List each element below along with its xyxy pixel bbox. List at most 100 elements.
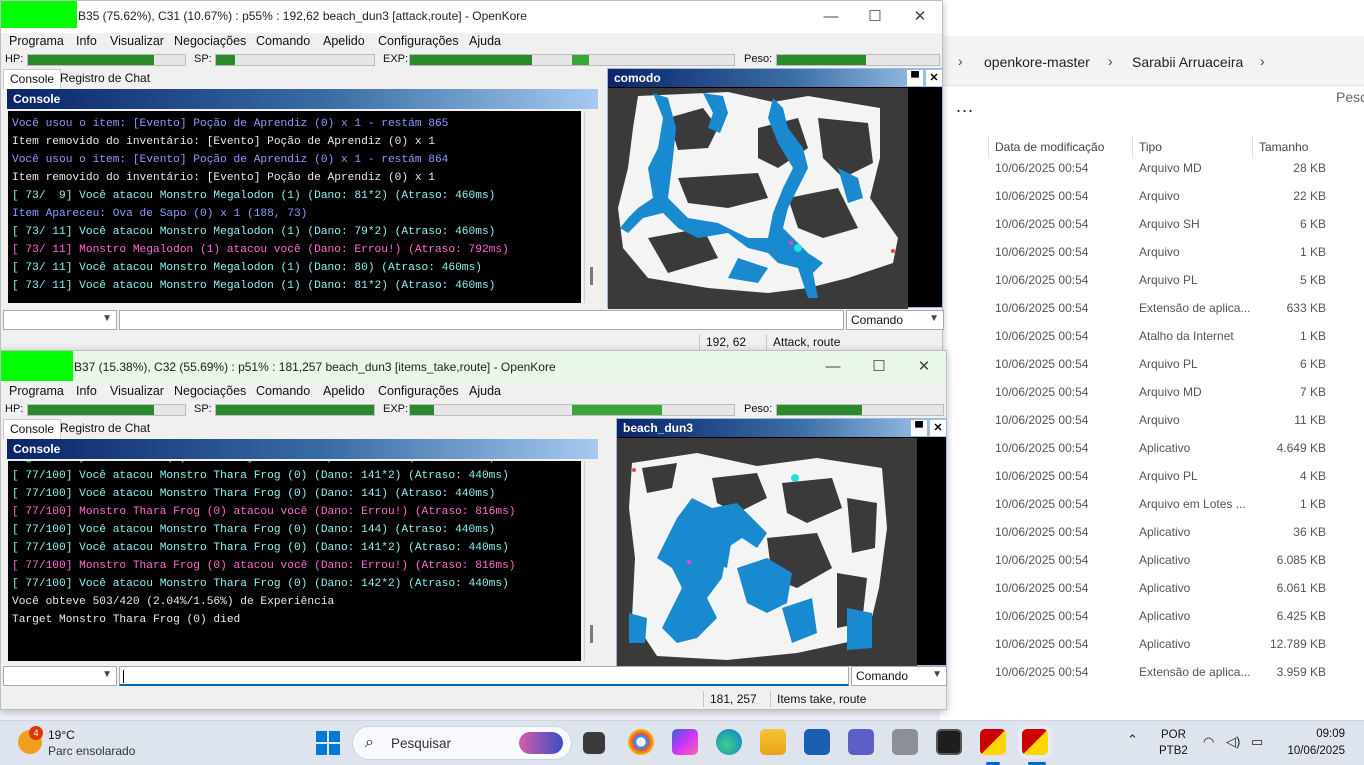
photos-icon[interactable]	[892, 729, 918, 755]
console-line: Você obteve 503/420 (2.04%/1.56%) de Exp…	[12, 596, 335, 608]
menu-configuracoes[interactable]: Configurações	[378, 34, 459, 48]
command-input[interactable]	[119, 310, 844, 330]
file-type: Aplicativo	[1139, 553, 1191, 567]
keyboard-layout-indicator[interactable]: PTB2	[1159, 745, 1188, 757]
status-divider	[766, 334, 767, 350]
column-header-date[interactable]: Data de modificação	[995, 140, 1104, 154]
copilot-icon[interactable]	[672, 729, 698, 755]
chevron-right-icon: ›	[1108, 53, 1113, 69]
console-output[interactable]: Jogador Saycama-hunter (0) está conjuran…	[8, 461, 581, 661]
menu-visualizar[interactable]: Visualizar	[110, 384, 164, 398]
scroll-thumb[interactable]	[590, 625, 593, 643]
file-row[interactable]: 10/06/2025 00:54 Aplicativo 36 KB	[940, 519, 1364, 547]
file-row[interactable]: 10/06/2025 00:54 Aplicativo 4.649 KB	[940, 435, 1364, 463]
file-row[interactable]: 10/06/2025 00:54 Arquivo SH 6 KB	[940, 211, 1364, 239]
menu-info[interactable]: Info	[76, 34, 97, 48]
task-view-icon[interactable]	[583, 732, 605, 754]
openkore-icon[interactable]	[980, 729, 1006, 755]
file-date: 10/06/2025 00:54	[995, 329, 1089, 343]
minimize-button[interactable]: —	[809, 5, 853, 29]
console-scrollbar[interactable]	[584, 111, 598, 303]
file-row[interactable]: 10/06/2025 00:54 Arquivo PL 4 KB	[940, 463, 1364, 491]
maximize-button[interactable]: ☐	[853, 5, 897, 29]
target-dropdown[interactable]: ▼	[3, 310, 117, 330]
battery-icon[interactable]: ▭	[1251, 734, 1263, 750]
menu-programa[interactable]: Programa	[9, 34, 64, 48]
file-row[interactable]: 10/06/2025 00:54 Arquivo MD 7 KB	[940, 379, 1364, 407]
clock-time[interactable]: 09:09	[1316, 728, 1345, 740]
taskbar-search[interactable]: ⌕ Pesquisar	[352, 726, 572, 760]
file-row[interactable]: 10/06/2025 00:54 Atalho da Internet 1 KB	[940, 323, 1364, 351]
file-row[interactable]: 10/06/2025 00:54 Aplicativo 6.061 KB	[940, 575, 1364, 603]
menu-negociacoes[interactable]: Negociações	[174, 34, 246, 48]
file-row[interactable]: 10/06/2025 00:54 Arquivo PL 5 KB	[940, 267, 1364, 295]
volume-icon[interactable]: ◁)	[1226, 734, 1240, 750]
menu-visualizar[interactable]: Visualizar	[110, 34, 164, 48]
file-row[interactable]: 10/06/2025 00:54 Arquivo PL 6 KB	[940, 351, 1364, 379]
minimize-button[interactable]: —	[811, 355, 855, 379]
console-output[interactable]: Você usou o item: [Evento] Poção de Apre…	[8, 111, 581, 303]
menu-ajuda[interactable]: Ajuda	[469, 384, 501, 398]
chevron-up-icon[interactable]: ⌃	[1127, 732, 1138, 748]
windows-start-icon[interactable]	[316, 731, 340, 755]
file-row[interactable]: 10/06/2025 00:54 Arquivo em Lotes ... 1 KB	[940, 491, 1364, 519]
search-input[interactable]: Pesq	[1330, 84, 1364, 112]
teams-icon[interactable]	[848, 729, 874, 755]
command-input[interactable]	[119, 666, 849, 686]
map-view[interactable]	[617, 438, 917, 666]
map-float-button[interactable]: ▀	[907, 70, 923, 86]
wifi-icon[interactable]: ◠	[1203, 734, 1214, 750]
tab-chat-log[interactable]: Registro de Chat	[54, 69, 156, 89]
file-row[interactable]: 10/06/2025 00:54 Aplicativo 6.425 KB	[940, 603, 1364, 631]
column-header-size[interactable]: Tamanho	[1259, 140, 1308, 154]
title-bar[interactable]: B37 (15.38%), C32 (55.69%) : p51% : 181,…	[1, 351, 946, 383]
scroll-thumb[interactable]	[590, 267, 593, 285]
title-bar[interactable]: B35 (75.62%), C31 (10.67%) : p55% : 192,…	[1, 1, 942, 33]
menu-comando[interactable]: Comando	[256, 384, 310, 398]
menu-negociacoes[interactable]: Negociações	[174, 384, 246, 398]
menu-comando[interactable]: Comando	[256, 34, 310, 48]
file-row[interactable]: 10/06/2025 00:54 Arquivo 22 KB	[940, 183, 1364, 211]
map-close-button[interactable]: ✕	[930, 420, 946, 436]
tab-console[interactable]: Console	[3, 419, 62, 439]
menu-configuracoes[interactable]: Configurações	[378, 384, 459, 398]
mail-icon[interactable]	[804, 729, 830, 755]
map-view[interactable]	[608, 88, 908, 309]
chrome-icon[interactable]	[628, 729, 654, 755]
command-mode-dropdown[interactable]: Comando ▼	[846, 310, 944, 330]
menu-apelido[interactable]: Apelido	[323, 384, 365, 398]
column-header-type[interactable]: Tipo	[1139, 140, 1162, 154]
file-row[interactable]: 10/06/2025 00:54 Arquivo 1 KB	[940, 239, 1364, 267]
file-explorer-icon[interactable]	[760, 729, 786, 755]
address-bar[interactable]: › openkore-master › Sarabii Arruaceira ›…	[940, 36, 1364, 105]
language-indicator[interactable]: POR	[1161, 729, 1186, 741]
file-size: 3.959 KB	[1276, 665, 1326, 679]
menu-programa[interactable]: Programa	[9, 384, 64, 398]
close-button[interactable]: ✕	[902, 355, 946, 379]
file-row[interactable]: 10/06/2025 00:54 Aplicativo 6.085 KB	[940, 547, 1364, 575]
tab-console[interactable]: Console	[3, 69, 62, 89]
maximize-button[interactable]: ☐	[857, 355, 901, 379]
file-row[interactable]: 10/06/2025 00:54 Arquivo 11 KB	[940, 407, 1364, 435]
file-row[interactable]: 10/06/2025 00:54 Aplicativo 12.789 KB	[940, 631, 1364, 659]
close-button[interactable]: ✕	[898, 5, 942, 29]
file-row[interactable]: 10/06/2025 00:54 Extensão de aplica... 3.9…	[940, 659, 1364, 687]
breadcrumb-item[interactable]: Sarabii Arruaceira	[1132, 54, 1243, 70]
map-close-button[interactable]: ✕	[926, 70, 942, 86]
menu-apelido[interactable]: Apelido	[323, 34, 365, 48]
map-float-button[interactable]: ▀	[911, 420, 927, 436]
file-row[interactable]: 10/06/2025 00:54 Extensão de aplica... 633…	[940, 295, 1364, 323]
menu-ajuda[interactable]: Ajuda	[469, 34, 501, 48]
command-mode-dropdown[interactable]: Comando ▼	[851, 666, 947, 686]
tab-chat-log[interactable]: Registro de Chat	[54, 419, 156, 439]
file-row[interactable]: 10/06/2025 00:54 Arquivo MD 28 KB	[940, 155, 1364, 183]
openkore-icon[interactable]	[1022, 729, 1048, 755]
menu-info[interactable]: Info	[76, 384, 97, 398]
terminal-icon[interactable]	[936, 729, 962, 755]
more-options-button[interactable]: ...	[956, 96, 974, 117]
breadcrumb-item[interactable]: openkore-master	[984, 54, 1090, 70]
target-dropdown[interactable]: ▼	[3, 666, 117, 686]
console-scrollbar[interactable]	[584, 461, 598, 661]
edge-icon[interactable]	[716, 729, 742, 755]
clock-date[interactable]: 10/06/2025	[1287, 745, 1345, 757]
